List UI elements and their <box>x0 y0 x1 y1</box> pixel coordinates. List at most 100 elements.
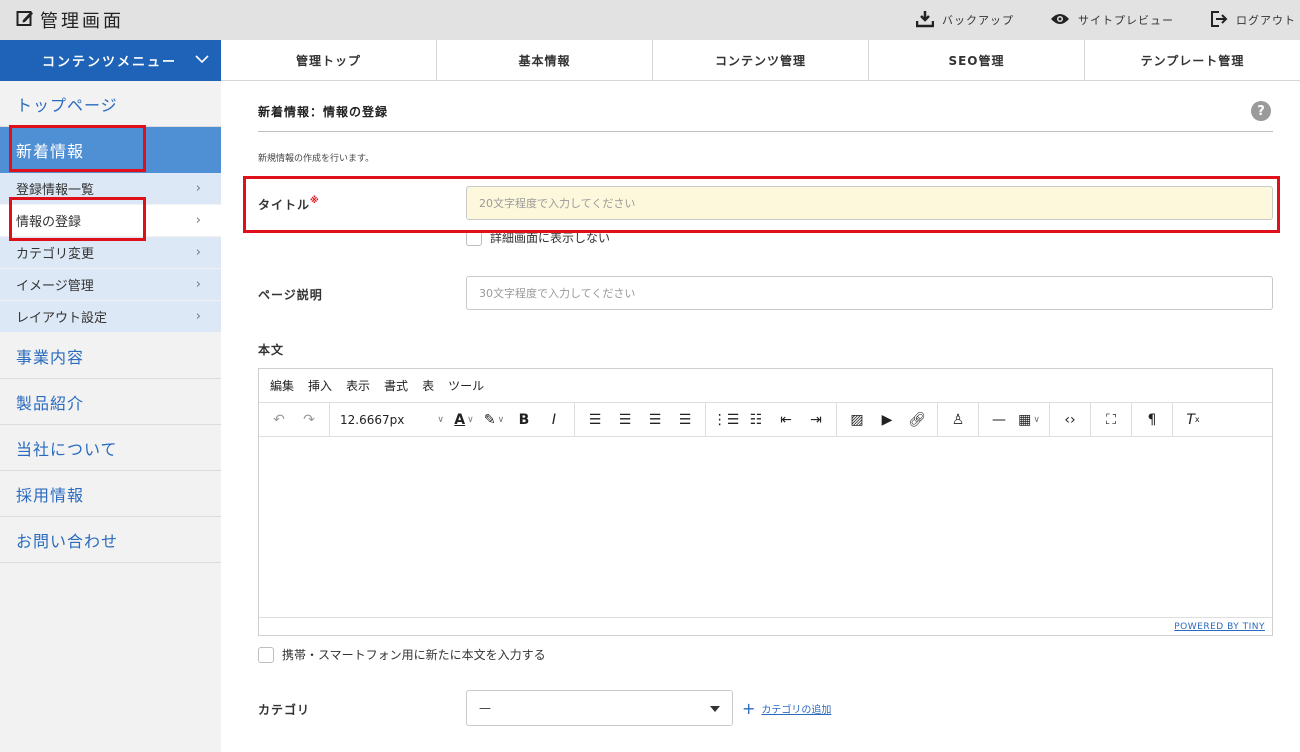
toolbar-group-clear: Tx <box>1173 403 1213 437</box>
tab-basic-info[interactable]: 基本情報 <box>436 40 652 80</box>
brand: 管理画面 <box>16 8 124 32</box>
align-right-icon[interactable]: ☰ <box>641 407 669 433</box>
sidebar-item-top-page[interactable]: トップページ <box>0 81 221 127</box>
toolbar-group-misc: — ▦ ∨ <box>979 402 1050 437</box>
undo-icon[interactable]: ↶ <box>265 407 293 433</box>
logout-link[interactable]: ログアウト <box>1210 10 1296 31</box>
toolbar-group-insert: ▨ ▶ 🔗︎ <box>837 402 938 437</box>
sidebar-subitem-images[interactable]: イメージ管理 › <box>0 269 221 301</box>
toolbar-group-lists: ⋮☰ ☷ ⇤ ⇥ <box>706 402 837 437</box>
editor-menu-table[interactable]: 表 <box>422 377 434 394</box>
title-input[interactable] <box>466 186 1273 220</box>
logout-label: ログアウト <box>1236 14 1296 27</box>
description-input[interactable] <box>466 276 1273 310</box>
help-icon[interactable]: ? <box>1251 101 1271 121</box>
clear-format-icon[interactable]: Tx <box>1179 407 1207 433</box>
sidebar-subitem-label: レイアウト設定 <box>16 311 108 326</box>
toolbar-group-code: ‹› <box>1050 402 1091 437</box>
text-color-icon[interactable]: A ∨ <box>450 407 478 433</box>
align-left-icon[interactable]: ☰ <box>581 407 609 433</box>
mobile-body-label: 携帯・スマートフォン用に新たに本文を入力する <box>282 648 546 662</box>
tab-admin-top[interactable]: 管理トップ <box>221 40 436 80</box>
powered-by-link[interactable]: POWERED BY TINY <box>1174 622 1265 632</box>
align-center-icon[interactable]: ☰ <box>611 407 639 433</box>
sidebar-subitem-label: 情報の登録 <box>16 215 82 230</box>
sidebar-item-contact[interactable]: お問い合わせ <box>0 517 221 563</box>
highlight-color-icon[interactable]: ✎ ∨ <box>480 407 508 433</box>
editor-menu-insert[interactable]: 挿入 <box>308 377 332 394</box>
chevron-down-icon <box>195 53 209 68</box>
toolbar-group-fullscreen: ⛶ <box>1091 402 1132 437</box>
editor-menu-format[interactable]: 書式 <box>384 377 408 394</box>
table-icon[interactable]: ▦ ∨ <box>1015 407 1043 433</box>
editor-content-area[interactable] <box>259 437 1272 617</box>
bold-icon[interactable]: B <box>510 407 538 433</box>
redo-icon[interactable]: ↷ <box>295 407 323 433</box>
mobile-body-checkbox[interactable] <box>258 646 274 663</box>
backup-label: バックアップ <box>942 14 1014 27</box>
font-size-select[interactable]: 12.6667px ∨ <box>336 407 448 433</box>
sidebar-subitem-list[interactable]: 登録情報一覧 › <box>0 173 221 205</box>
chevron-right-icon: › <box>195 309 201 324</box>
category-value: — <box>479 701 491 715</box>
mobile-body-option[interactable]: 携帯・スマートフォン用に新たに本文を入力する <box>258 646 546 663</box>
tab-template-management[interactable]: テンプレート管理 <box>1084 40 1300 80</box>
sidebar: トップページ 新着情報 登録情報一覧 › 情報の登録 › カテゴリ変更 › イメ… <box>0 81 221 752</box>
required-mark: ※ <box>310 196 320 206</box>
site-preview-label: サイトプレビュー <box>1078 14 1174 27</box>
backup-link[interactable]: バックアップ <box>915 10 1014 31</box>
fullscreen-icon[interactable]: ⛶ <box>1097 407 1125 433</box>
chevron-right-icon: › <box>195 181 201 196</box>
sidebar-item-products[interactable]: 製品紹介 <box>0 379 221 425</box>
hide-detail-checkbox[interactable] <box>466 229 482 246</box>
app-title: 管理画面 <box>40 11 124 32</box>
sidebar-subitem-label: イメージ管理 <box>16 279 94 294</box>
title-label: タイトル※ <box>258 196 320 213</box>
editor-toolbar: ↶ ↷ 12.6667px ∨ A ∨ ✎ ∨ B I ☰ ☰ ☰ ☰ ⋮☰ ☷… <box>259 402 1272 437</box>
content-menu-label: コンテンツメニュー <box>41 55 177 70</box>
hide-detail-label: 詳細画面に表示しない <box>490 231 611 245</box>
code-icon[interactable]: ‹› <box>1056 407 1084 433</box>
show-blocks-icon[interactable]: ¶ <box>1138 407 1166 433</box>
image-icon[interactable]: ▨ <box>843 407 871 433</box>
sidebar-item-recruit[interactable]: 採用情報 <box>0 471 221 517</box>
category-label: カテゴリ <box>258 703 311 717</box>
content-menu-button[interactable]: コンテンツメニュー <box>0 40 221 81</box>
bullet-list-icon[interactable]: ⋮☰ <box>712 407 740 433</box>
plus-icon: + <box>742 699 756 718</box>
toolbar-group-history: ↶ ↷ <box>259 402 330 437</box>
horizontal-rule-icon[interactable]: — <box>985 407 1013 433</box>
sidebar-item-news[interactable]: 新着情報 <box>0 127 221 173</box>
sidebar-subitem-category[interactable]: カテゴリ変更 › <box>0 237 221 269</box>
category-select[interactable]: — <box>466 690 733 726</box>
logout-icon <box>1210 10 1228 31</box>
editor-menu-tools[interactable]: ツール <box>448 377 484 394</box>
sidebar-subitem-register[interactable]: 情報の登録 › <box>0 205 221 237</box>
main-tabs: 管理トップ 基本情報 コンテンツ管理 SEO管理 テンプレート管理 <box>221 40 1300 81</box>
site-preview-link[interactable]: サイトプレビュー <box>1050 12 1174 29</box>
add-category-link[interactable]: + カテゴリの追加 <box>742 699 831 718</box>
numbered-list-icon[interactable]: ☷ <box>742 407 770 433</box>
sidebar-item-business[interactable]: 事業内容 <box>0 333 221 379</box>
link-icon[interactable]: 🔗︎ <box>903 407 931 433</box>
caret-down-icon <box>710 701 720 715</box>
editor-menu-edit[interactable]: 編集 <box>270 377 294 394</box>
tab-seo-management[interactable]: SEO管理 <box>868 40 1084 80</box>
sidebar-item-about[interactable]: 当社について <box>0 425 221 471</box>
eye-icon <box>1050 12 1070 29</box>
outdent-icon[interactable]: ⇤ <box>772 407 800 433</box>
media-icon[interactable]: ▶ <box>873 407 901 433</box>
editor-menu-view[interactable]: 表示 <box>346 377 370 394</box>
sidebar-subitem-layout[interactable]: レイアウト設定 › <box>0 301 221 333</box>
indent-icon[interactable]: ⇥ <box>802 407 830 433</box>
editor-statusbar: POWERED BY TINY <box>259 617 1272 635</box>
main-panel: 新着情報：情報の登録 ? 新規情報の作成を行います。 タイトル※ 詳細画面に表示… <box>221 81 1300 752</box>
chevron-right-icon: › <box>195 213 201 228</box>
tab-content-management[interactable]: コンテンツ管理 <box>652 40 868 80</box>
editor-menubar: 編集 挿入 表示 書式 表 ツール <box>259 369 1272 403</box>
body-label: 本文 <box>258 343 285 357</box>
stamp-icon[interactable]: ♙ <box>944 407 972 433</box>
italic-icon[interactable]: I <box>540 407 568 433</box>
align-justify-icon[interactable]: ☰ <box>671 407 699 433</box>
hide-detail-option[interactable]: 詳細画面に表示しない <box>466 229 610 246</box>
